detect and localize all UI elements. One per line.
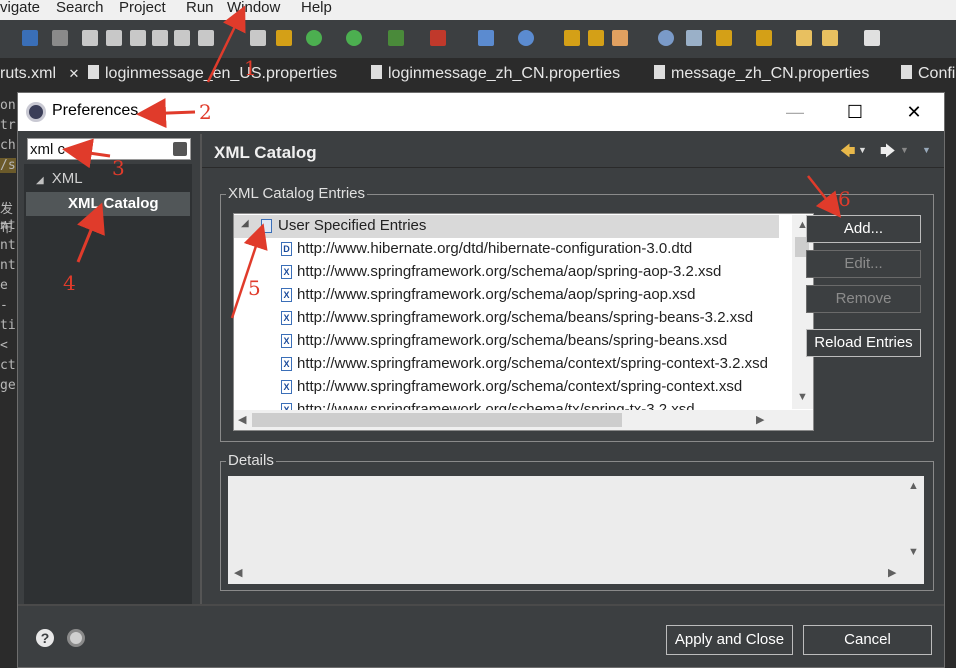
- annotation-arrow-1: [206, 5, 246, 83]
- annotation-arrows: [62, 5, 842, 319]
- annotation-arrow-3: [62, 138, 111, 169]
- annotation-label-4: 4: [63, 271, 76, 295]
- annotation-arrow-6: [807, 175, 842, 218]
- annotation-arrow-4: [76, 202, 105, 263]
- annotation-arrow-2: [136, 98, 196, 129]
- annotation-label-5: 5: [248, 276, 261, 300]
- annotation-label-1: 1: [244, 56, 257, 80]
- annotation-label-2: 2: [199, 100, 212, 124]
- annotation-label-3: 3: [112, 156, 125, 180]
- annotation-arrow-5: [230, 223, 268, 319]
- annotation-label-6: 6: [838, 187, 851, 211]
